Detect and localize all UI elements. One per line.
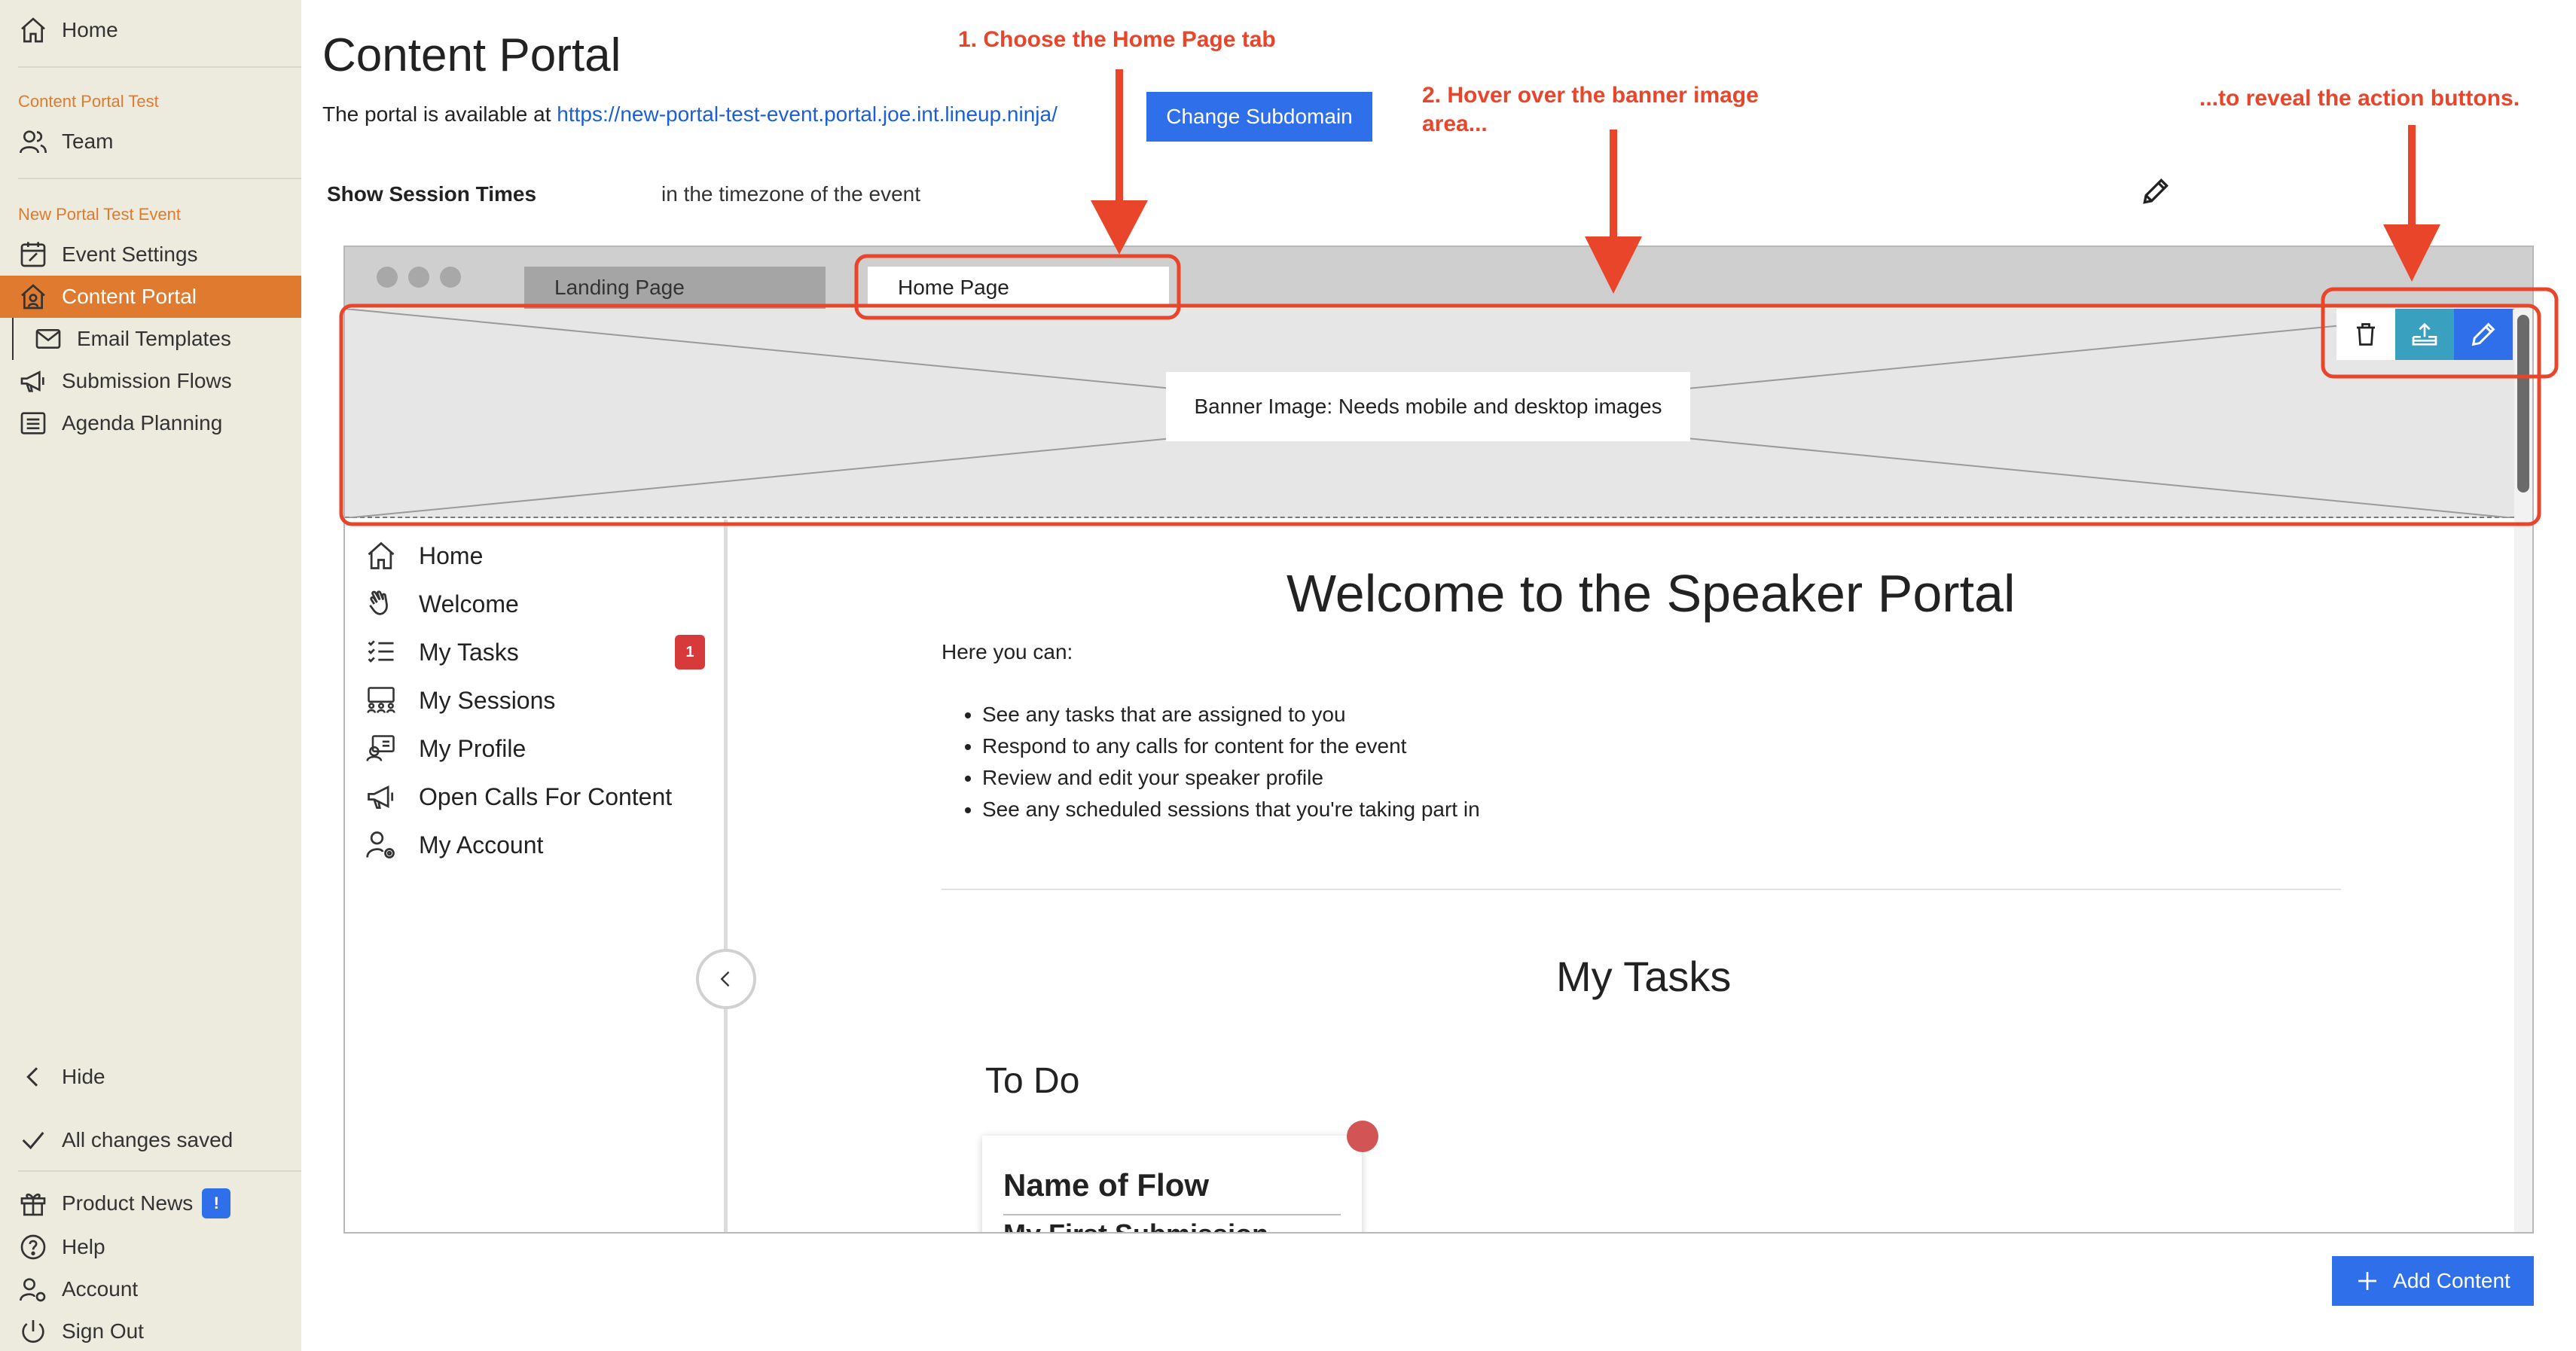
- annotation-overlay: [339, 69, 2559, 526]
- plus-icon: [2358, 1272, 2377, 1290]
- add-content-button[interactable]: Add Content: [2332, 1256, 2534, 1306]
- add-content-label: Add Content: [2393, 1269, 2510, 1292]
